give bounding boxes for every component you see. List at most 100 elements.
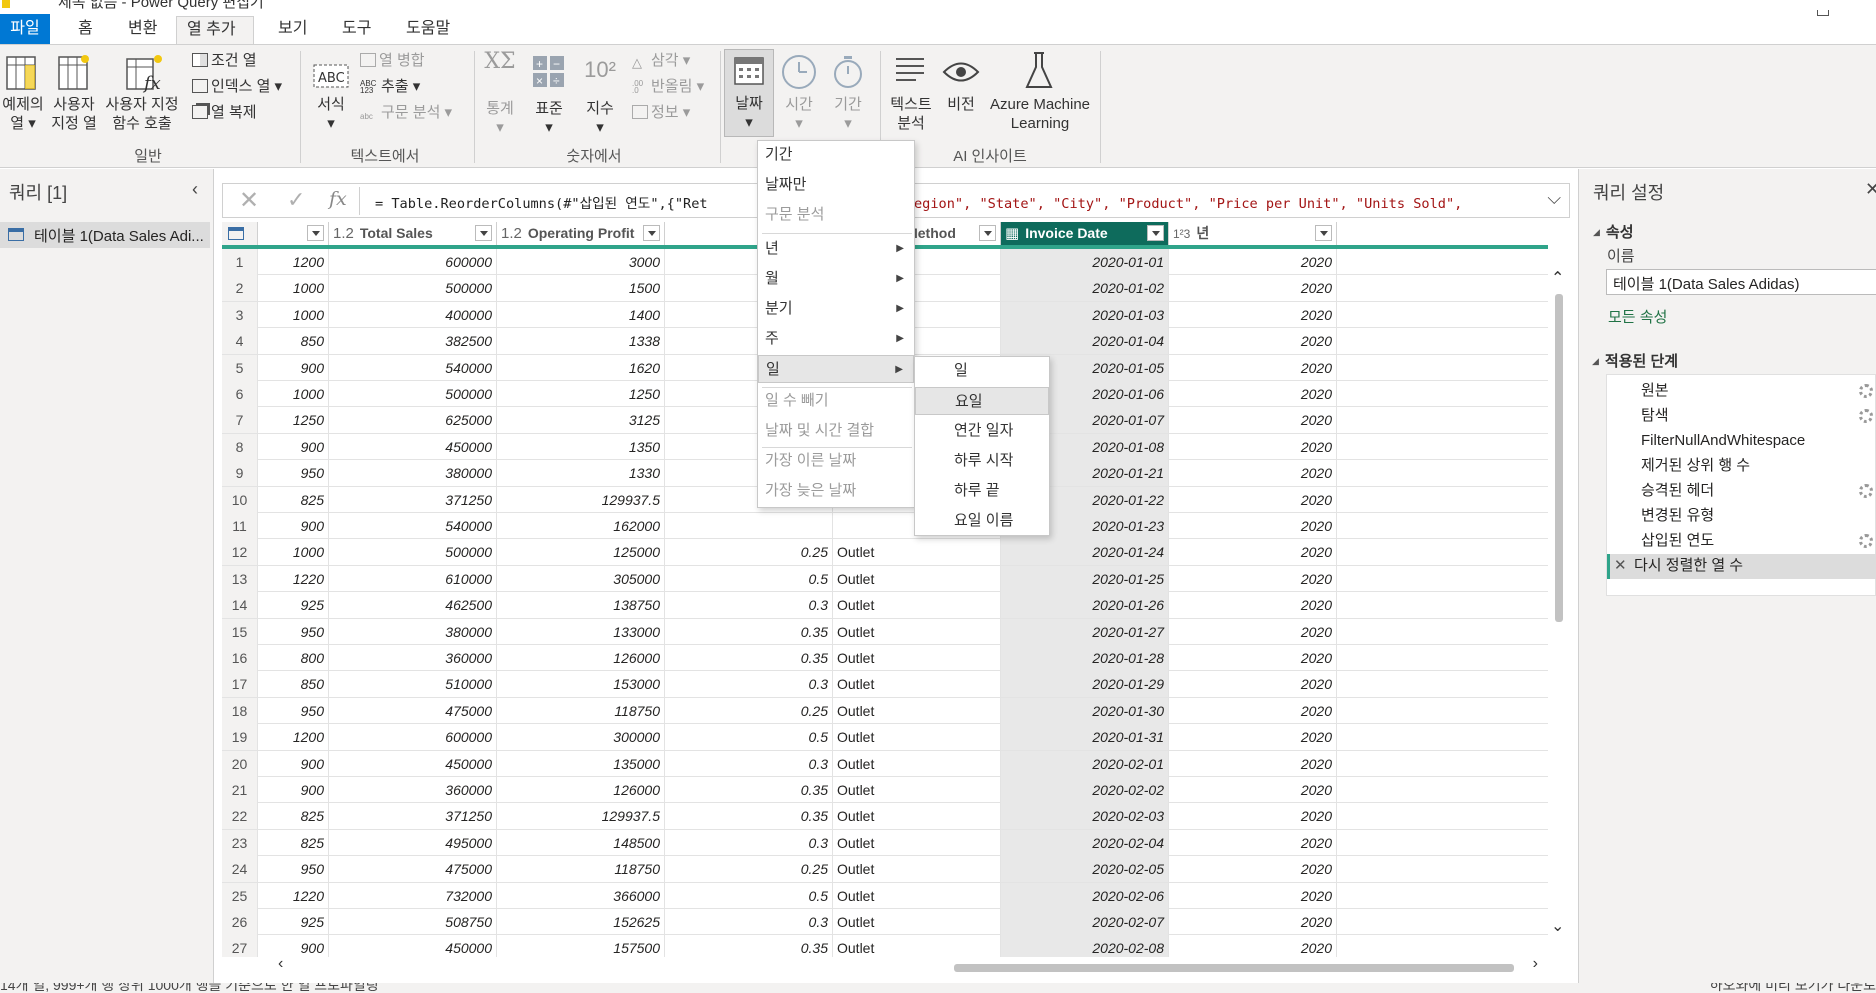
cell-sales-method[interactable]: Outlet (833, 935, 1001, 957)
cell-invoice-date[interactable]: 2020-02-01 (1001, 750, 1169, 777)
cell-margin[interactable]: 0.3 (665, 909, 833, 935)
cell-operating-profit[interactable]: 152625 (497, 909, 665, 935)
table-row[interactable]: 25 1220 732000 366000 0.5 Outlet 2020-02-06 202… (222, 882, 1548, 909)
cell-margin[interactable]: 0.25 (665, 697, 833, 724)
duration-button[interactable]: 기간 ▾ (824, 95, 872, 133)
delete-step-icon[interactable]: ✕ (1614, 554, 1634, 578)
table-row[interactable]: 26 925 508750 152625 0.3 Outlet 2020-02-07 2020 (222, 909, 1548, 936)
cell-total-sales[interactable]: 371250 (329, 486, 497, 513)
cell-operating-profit[interactable]: 3000 (497, 249, 665, 275)
horizontal-scrollbar[interactable]: ‹ › (278, 955, 1538, 976)
cell-year[interactable]: 2020 (1169, 486, 1337, 513)
cell-total-sales[interactable]: 450000 (329, 433, 497, 460)
cell-sales-method[interactable]: Outlet (833, 909, 1001, 935)
cell-operating-profit[interactable]: 1250 (497, 381, 665, 407)
submenu-item-end-of-day[interactable]: 하루 끝 (915, 477, 1049, 505)
cell-margin[interactable]: 0.35 (665, 777, 833, 803)
submenu-item-day-of-year[interactable]: 연간 일자 (915, 417, 1049, 445)
cell-year[interactable]: 2020 (1169, 882, 1337, 909)
time-button[interactable]: 시간 ▾ (776, 95, 822, 133)
cell-operating-profit[interactable]: 300000 (497, 724, 665, 751)
cell-operating-profit[interactable]: 1330 (497, 460, 665, 487)
properties-section[interactable]: 속성 (1593, 221, 1634, 242)
query-name-input[interactable]: 테이블 1(Data Sales Adidas) (1606, 269, 1876, 295)
cell-margin[interactable]: 0.3 (665, 671, 833, 698)
format-button[interactable]: 서식 ▾ (306, 95, 356, 133)
trigonometry-button[interactable]: △ 삼각 ▾ (632, 51, 690, 71)
all-properties-link[interactable]: 모든 속성 (1608, 306, 1667, 327)
cell-operating-profit[interactable]: 133000 (497, 618, 665, 645)
cell-margin[interactable]: 0.5 (665, 565, 833, 592)
cell-quantity[interactable]: 1250 (258, 407, 329, 434)
cell-margin[interactable] (665, 513, 833, 539)
cell-total-sales[interactable]: 475000 (329, 697, 497, 724)
cell-total-sales[interactable]: 360000 (329, 777, 497, 803)
cell-year[interactable]: 2020 (1169, 301, 1337, 328)
menu-item-subtract-days[interactable]: 일 수 빼기 (758, 387, 914, 415)
cell-year[interactable]: 2020 (1169, 460, 1337, 487)
step-item[interactable]: FilterNullAndWhitespace (1607, 429, 1876, 454)
cell-sales-method[interactable]: Outlet (833, 803, 1001, 830)
gear-icon[interactable] (1859, 384, 1873, 398)
menu-item-quarter[interactable]: 분기 ▶ (758, 295, 914, 323)
conditional-column-button[interactable]: 조건 열 (192, 51, 257, 71)
cell-sales-method[interactable]: Outlet (833, 856, 1001, 883)
table-row[interactable]: 16 800 360000 126000 0.35 Outlet 2020-01-28 202… (222, 645, 1548, 672)
cell-total-sales[interactable]: 400000 (329, 301, 497, 328)
scroll-down-icon[interactable]: ⌄ (1551, 916, 1564, 936)
cell-operating-profit[interactable]: 138750 (497, 592, 665, 619)
column-filter-dropdown[interactable] (307, 225, 324, 241)
scientific-button[interactable]: 지수 ▾ (580, 99, 620, 137)
custom-column-button[interactable]: 사용자 지정 열 (48, 95, 100, 133)
cell-sales-method[interactable]: Outlet (833, 882, 1001, 909)
tab-transform[interactable]: 변환 (118, 16, 167, 44)
index-column-button[interactable]: 인덱스 열 ▾ (192, 77, 282, 97)
gear-icon[interactable] (1859, 409, 1873, 423)
column-from-examples-button[interactable]: 예제의 열 ▾ (0, 95, 46, 133)
table-row[interactable]: 18 950 475000 118750 0.25 Outlet 2020-01-30 202… (222, 697, 1548, 725)
step-item[interactable]: 삽입된 연도 (1607, 529, 1876, 554)
menu-item-week[interactable]: 주 ▶ (758, 325, 914, 353)
cell-operating-profit[interactable]: 305000 (497, 565, 665, 592)
invoke-custom-function-button[interactable]: 사용자 지정 함수 호출 (102, 95, 182, 133)
cell-quantity[interactable]: 825 (258, 829, 329, 856)
cell-operating-profit[interactable]: 366000 (497, 882, 665, 909)
cell-year[interactable]: 2020 (1169, 354, 1337, 381)
cell-year[interactable]: 2020 (1169, 935, 1337, 957)
table-row[interactable]: 21 900 360000 126000 0.35 Outlet 2020-02-02 202… (222, 777, 1548, 804)
tab-file[interactable]: 파일 (0, 14, 50, 44)
cell-total-sales[interactable]: 500000 (329, 381, 497, 407)
cell-quantity[interactable]: 900 (258, 750, 329, 777)
cell-invoice-date[interactable]: 2020-01-25 (1001, 565, 1169, 592)
cell-total-sales[interactable]: 475000 (329, 856, 497, 883)
tab-view[interactable]: 보기 (268, 16, 317, 44)
cell-margin[interactable]: 0.25 (665, 539, 833, 566)
cell-quantity[interactable]: 950 (258, 856, 329, 883)
cell-margin[interactable]: 0.3 (665, 592, 833, 619)
scroll-up-icon[interactable]: ⌃ (1551, 268, 1564, 288)
cell-quantity[interactable]: 950 (258, 618, 329, 645)
cell-sales-method[interactable]: Outlet (833, 539, 1001, 566)
cell-year[interactable]: 2020 (1169, 909, 1337, 935)
column-filter-dropdown[interactable] (643, 225, 660, 241)
table-row[interactable]: 24 950 475000 118750 0.25 Outlet 2020-02-05 202… (222, 856, 1548, 883)
menu-item-parse[interactable]: 구문 분석 (758, 201, 914, 229)
cell-total-sales[interactable]: 625000 (329, 407, 497, 434)
cell-margin[interactable]: 0.35 (665, 645, 833, 671)
cell-quantity[interactable]: 1000 (258, 539, 329, 566)
cell-margin[interactable]: 0.3 (665, 750, 833, 777)
cell-year[interactable]: 2020 (1169, 777, 1337, 803)
cell-total-sales[interactable]: 508750 (329, 909, 497, 935)
table-row[interactable]: 13 1220 610000 305000 0.5 Outlet 2020-01-25 202… (222, 565, 1548, 593)
cell-margin[interactable]: 0.5 (665, 882, 833, 909)
cell-quantity[interactable]: 900 (258, 354, 329, 381)
tab-help[interactable]: 도움말 (396, 16, 460, 44)
submenu-item-start-of-day[interactable]: 하루 시작 (915, 447, 1049, 475)
cell-invoice-date[interactable]: 2020-02-05 (1001, 856, 1169, 883)
cell-year[interactable]: 2020 (1169, 381, 1337, 407)
cell-total-sales[interactable]: 380000 (329, 460, 497, 487)
cell-quantity[interactable]: 900 (258, 777, 329, 803)
tab-add-column[interactable]: 열 추가 (176, 16, 254, 44)
minimize-icon[interactable] (1817, 10, 1829, 16)
cell-margin[interactable]: 0.35 (665, 618, 833, 645)
